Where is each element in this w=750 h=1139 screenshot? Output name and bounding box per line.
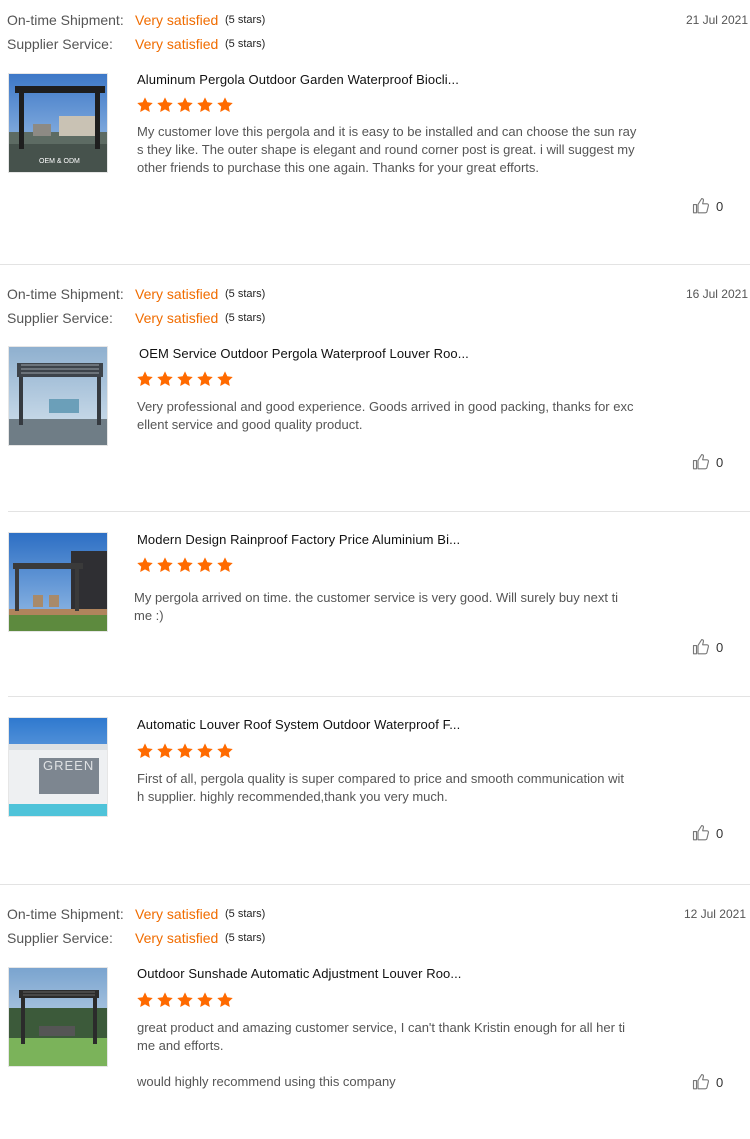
- thumbs-up-icon: [692, 824, 710, 841]
- star-icon: [137, 992, 153, 1008]
- review-divider: [8, 696, 750, 697]
- star-icon: [197, 371, 213, 387]
- product-thumbnail[interactable]: [8, 532, 108, 632]
- product-title-link[interactable]: Automatic Louver Roof System Outdoor Wat…: [137, 717, 460, 732]
- review-date: 12 Jul 2021: [683, 907, 746, 921]
- product-thumbnail[interactable]: GREEN: [8, 717, 108, 817]
- star-icon: [197, 97, 213, 113]
- review-divider: [8, 511, 750, 512]
- on-time-shipment-label: On-time Shipment:: [7, 286, 124, 302]
- product-title-link[interactable]: OEM Service Outdoor Pergola Waterproof L…: [139, 346, 469, 361]
- review-divider: [0, 884, 750, 885]
- star-icon: [217, 97, 233, 113]
- star-rating: [136, 742, 234, 760]
- service-stars-count: (5 stars): [225, 38, 266, 50]
- star-icon: [157, 371, 173, 387]
- star-rating: [136, 96, 234, 114]
- image-caption: GREEN: [43, 758, 95, 773]
- star-icon: [157, 743, 173, 759]
- review-text: great product and amazing customer servi…: [137, 1020, 626, 1053]
- like-count: 0: [716, 825, 724, 841]
- star-icon: [197, 992, 213, 1008]
- shipment-stars-count: (5 stars): [225, 14, 266, 26]
- thumbs-up-icon: [692, 1073, 710, 1090]
- review-date: 21 Jul 2021: [685, 13, 748, 27]
- star-icon: [177, 743, 193, 759]
- like-button[interactable]: 0: [692, 638, 723, 656]
- star-icon: [157, 557, 173, 573]
- product-image: [9, 347, 107, 445]
- like-count: 0: [716, 1074, 724, 1090]
- review-text: My customer love this pergola and it is …: [137, 124, 637, 175]
- star-icon: [217, 992, 233, 1008]
- star-icon: [197, 743, 213, 759]
- thumbs-up-icon: [692, 197, 710, 214]
- service-rating-text: Very satisfied: [135, 36, 219, 52]
- review-text-continued: would highly recommend using this compan…: [137, 1074, 396, 1089]
- star-icon: [177, 97, 193, 113]
- image-caption: OEM & ODM: [39, 158, 80, 165]
- shipment-rating-text: Very satisfied: [135, 906, 219, 922]
- star-icon: [157, 97, 173, 113]
- star-icon: [177, 992, 193, 1008]
- like-button[interactable]: 0: [692, 824, 723, 842]
- product-thumbnail[interactable]: [8, 346, 108, 446]
- review-text: First of all, pergola quality is super c…: [137, 771, 624, 804]
- star-icon: [197, 557, 213, 573]
- supplier-service-label: Supplier Service:: [7, 310, 113, 326]
- service-stars-count: (5 stars): [225, 932, 266, 944]
- product-title-link[interactable]: Outdoor Sunshade Automatic Adjustment Lo…: [137, 966, 462, 981]
- review-date: 16 Jul 2021: [685, 287, 748, 301]
- product-image: [9, 968, 107, 1066]
- like-count: 0: [716, 639, 724, 655]
- like-count: 0: [716, 454, 724, 470]
- on-time-shipment-label: On-time Shipment:: [7, 906, 124, 922]
- shipment-rating-text: Very satisfied: [135, 12, 219, 28]
- like-button[interactable]: 0: [692, 197, 723, 215]
- like-count: 0: [716, 198, 724, 214]
- star-icon: [217, 371, 233, 387]
- shipment-rating-text: Very satisfied: [135, 286, 219, 302]
- supplier-service-label: Supplier Service:: [7, 930, 113, 946]
- star-rating: [136, 991, 234, 1009]
- review-text: My pergola arrived on time. the customer…: [134, 590, 619, 623]
- product-thumbnail[interactable]: OEM & ODM: [8, 73, 108, 173]
- star-rating: [136, 370, 234, 388]
- like-button[interactable]: 0: [692, 453, 723, 471]
- supplier-service-label: Supplier Service:: [7, 36, 113, 52]
- star-rating: [136, 556, 234, 574]
- shipment-stars-count: (5 stars): [225, 288, 266, 300]
- star-icon: [177, 371, 193, 387]
- star-icon: [137, 743, 153, 759]
- product-title-link[interactable]: Modern Design Rainproof Factory Price Al…: [137, 532, 460, 547]
- shipment-stars-count: (5 stars): [225, 908, 266, 920]
- star-icon: [137, 97, 153, 113]
- on-time-shipment-label: On-time Shipment:: [7, 12, 124, 28]
- thumbs-up-icon: [692, 638, 710, 655]
- star-icon: [137, 557, 153, 573]
- star-icon: [217, 743, 233, 759]
- thumbs-up-icon: [692, 453, 710, 470]
- like-button[interactable]: 0: [692, 1073, 723, 1091]
- star-icon: [217, 557, 233, 573]
- star-icon: [137, 371, 153, 387]
- service-stars-count: (5 stars): [225, 312, 266, 324]
- service-rating-text: Very satisfied: [135, 310, 219, 326]
- product-image: [9, 533, 107, 631]
- review-divider: [0, 264, 750, 265]
- product-thumbnail[interactable]: [8, 967, 108, 1067]
- star-icon: [177, 557, 193, 573]
- product-title-link[interactable]: Aluminum Pergola Outdoor Garden Waterpro…: [137, 72, 459, 87]
- review-text: Very professional and good experience. G…: [137, 399, 634, 432]
- service-rating-text: Very satisfied: [135, 930, 219, 946]
- star-icon: [157, 992, 173, 1008]
